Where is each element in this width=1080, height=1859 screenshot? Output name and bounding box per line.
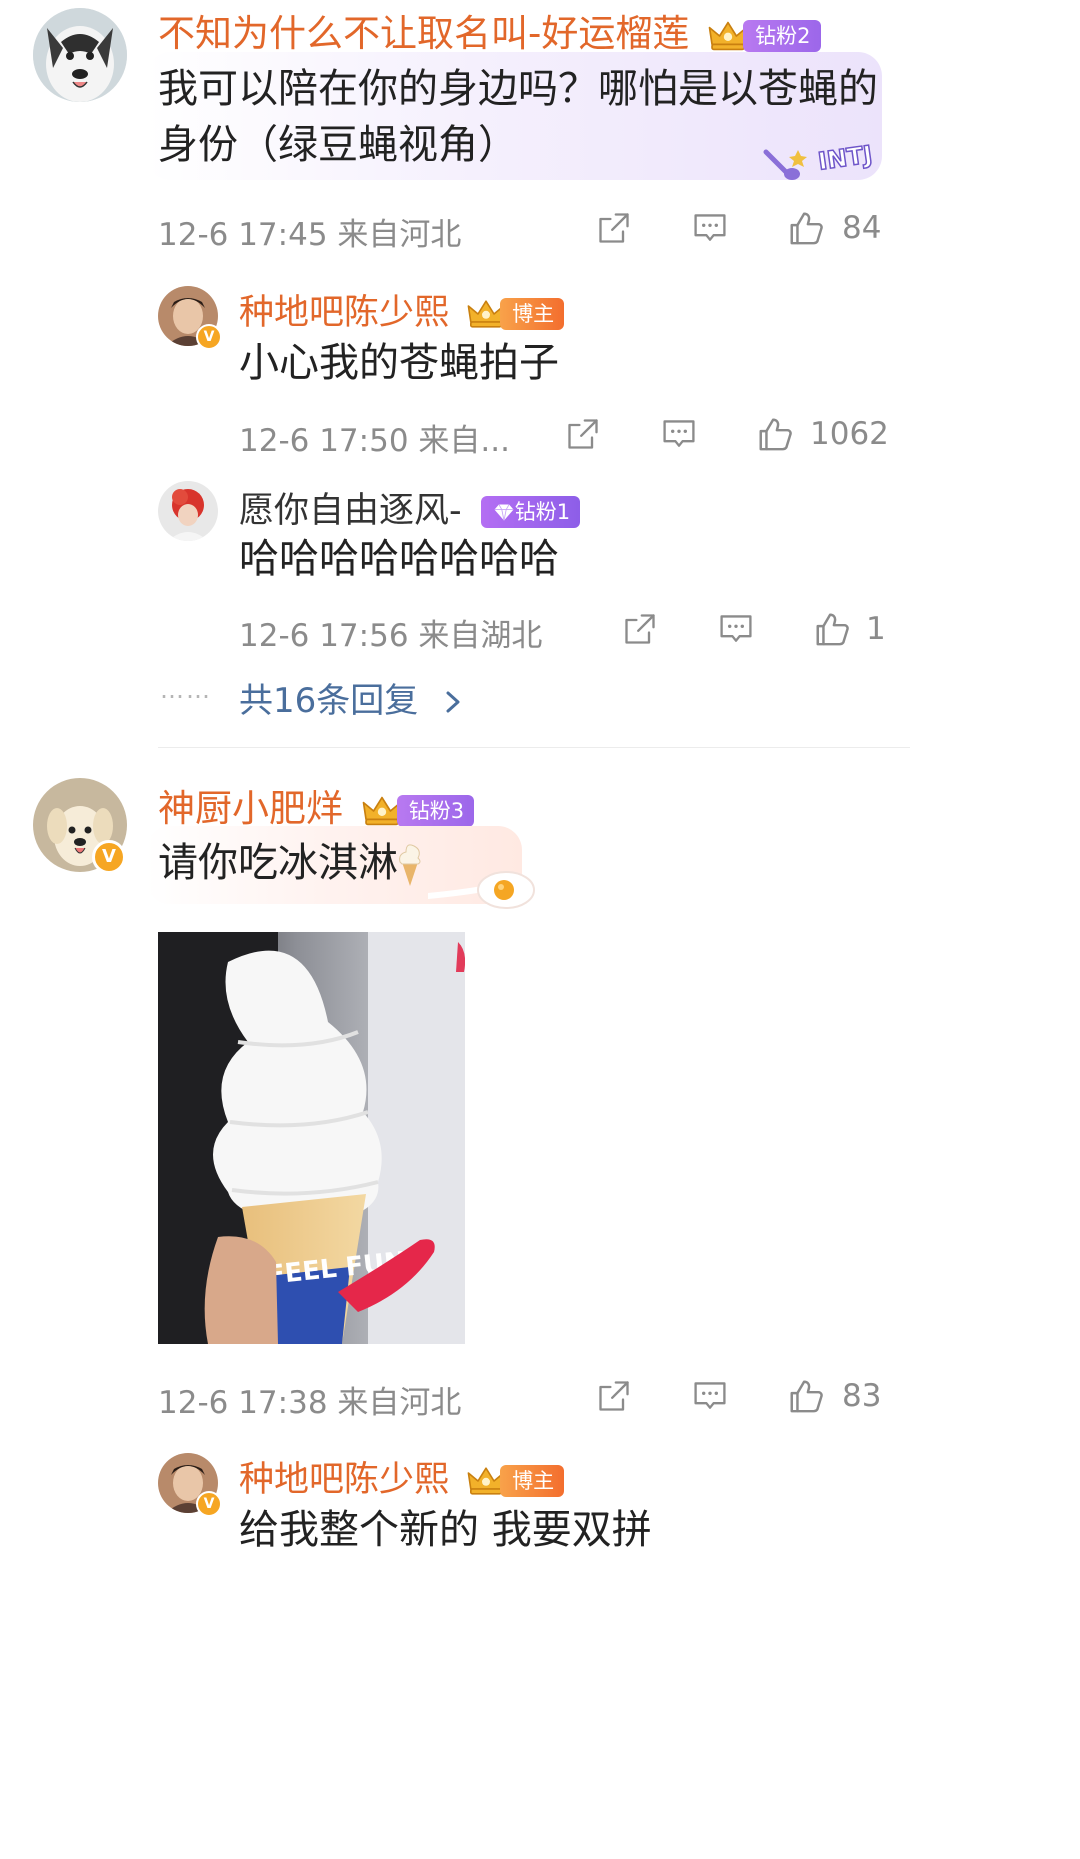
comment-icon[interactable] [661,416,697,452]
like-count: 1 [866,611,886,647]
ice-cream-icon [399,844,421,886]
comment-bubble: 我可以陪在你的身边吗？哪怕是以苍蝇的 身份（绿豆蝇视角） INTJ [146,52,882,180]
egg-spoon-decoration [425,866,538,912]
share-icon[interactable] [565,416,601,452]
comment-meta: 12-6 17:38 来自河北 [158,1385,462,1421]
comment-photo[interactable]: FEEL FUN [158,932,465,1344]
comment-text-line: 我可以陪在你的身边吗？哪怕是以苍蝇的 [158,66,878,112]
verified-icon: V [196,1491,222,1517]
avatar[interactable] [158,481,218,541]
avatar[interactable] [33,8,127,102]
chevron-right-icon [446,691,460,713]
comment-icon[interactable] [718,611,754,647]
reply-meta: 12-6 17:50 来自... [239,423,510,459]
reply-text: 小心我的苍蝇拍子 [239,340,559,386]
comment-meta: 12-6 17:45 来自河北 [158,217,462,253]
share-icon[interactable] [596,1378,632,1414]
reply-text: 给我整个新的 我要双拼 [239,1507,652,1553]
like-count: 84 [842,210,882,246]
share-icon[interactable] [622,611,658,647]
fan-badge[interactable]: 钻粉1 [480,496,581,528]
like-icon[interactable] [787,1377,825,1415]
reply-username[interactable]: 种地吧陈少熙 博主 [239,1451,565,1502]
like-icon[interactable] [813,610,851,648]
share-icon[interactable] [596,210,632,246]
intj-sticker: INTJ [762,136,880,182]
comment-icon[interactable] [692,210,728,246]
reply-text: 哈哈哈哈哈哈哈哈 [239,536,559,582]
like-count: 1062 [810,416,889,452]
verified-icon: V [92,840,126,874]
comment-username[interactable]: 不知为什么不让取名叫-好运榴莲 钻粉2 [158,3,821,57]
comment-text: 请你吃冰淇淋 [158,840,398,886]
comment-icon[interactable] [692,1378,728,1414]
fan-badge[interactable]: 博主 [500,298,565,330]
fan-badge[interactable]: 钻粉2 [743,19,821,52]
like-icon[interactable] [787,209,825,247]
reply-meta: 12-6 17:56 来自湖北 [239,618,543,654]
like-count: 83 [842,1378,882,1414]
verified-icon: V [196,324,222,350]
diamond-icon [493,503,515,522]
comment-username[interactable]: 神厨小肥烊 钻粉3 [158,778,475,832]
reply-username[interactable]: 愿你自由逐风- 钻粉1 [239,482,581,533]
like-icon[interactable] [756,415,794,453]
more-replies-link[interactable]: 共16条回复 [239,673,463,722]
more-replies-dots: …… [160,676,212,704]
fan-badge[interactable]: 钻粉3 [396,794,475,827]
divider [158,747,910,748]
comment-bubble: 请你吃冰淇淋 [146,826,535,909]
comment-text-line: 身份（绿豆蝇视角） [158,122,518,168]
fan-badge[interactable]: 博主 [500,1465,565,1497]
reply-username[interactable]: 种地吧陈少熙 博主 [239,284,565,335]
